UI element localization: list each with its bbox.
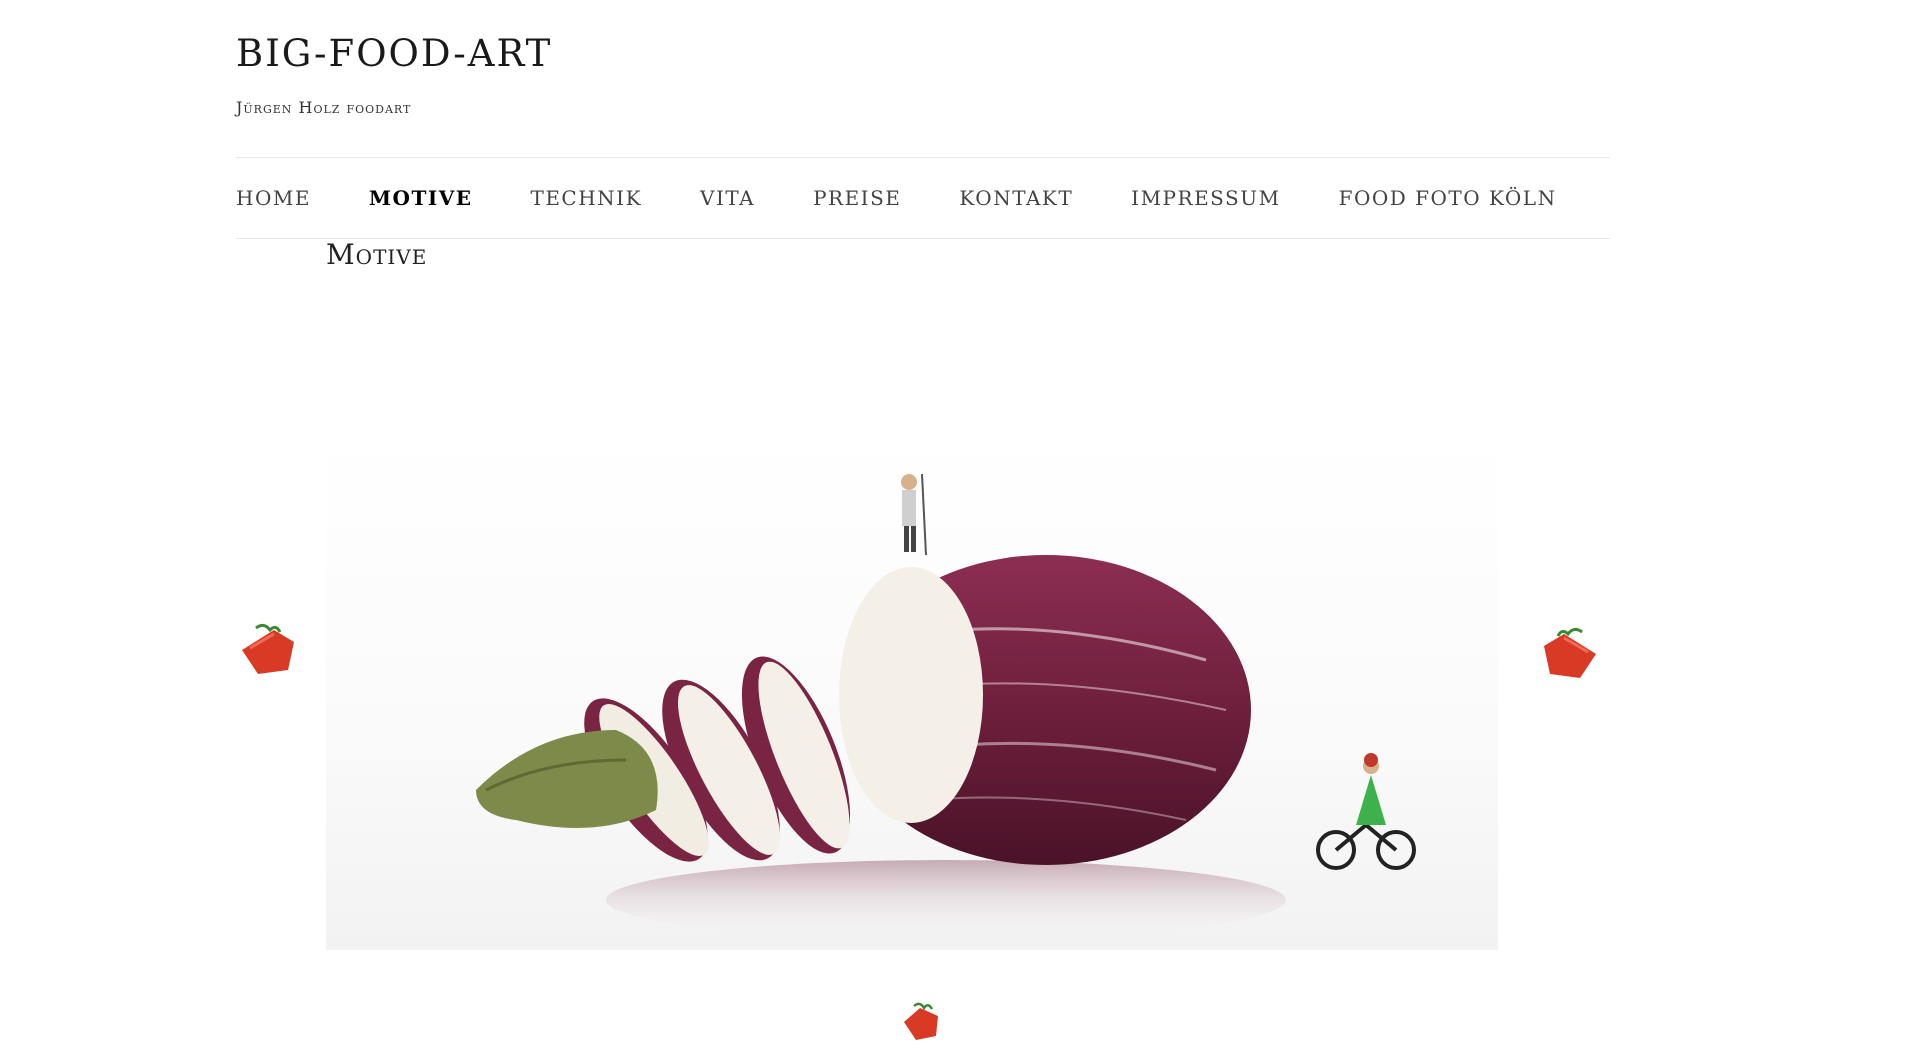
tomato-dot-icon [904,1002,938,1040]
main-nav: HOME MOTIVE TECHNIK VITA PREISE KONTAKT … [236,158,1615,238]
nav-item-kontakt[interactable]: KONTAKT [959,186,1073,210]
slider-next-button[interactable] [1538,624,1602,684]
nav-item-preise[interactable]: PREISE [813,186,901,210]
image-slider [326,430,1498,950]
page: BIG-FOOD-ART Jürgen Holz foodart HOME MO… [0,0,1920,1050]
slider-pager-dot[interactable] [900,1000,942,1044]
page-heading: Motive [326,238,428,271]
slider-prev-button[interactable] [236,620,300,680]
slide-image-eggplant [326,430,1498,950]
nav-item-motive[interactable]: MOTIVE [369,186,473,210]
tomato-arrow-right-icon [1544,627,1596,678]
site-tagline: Jürgen Holz foodart [236,98,412,117]
tomato-arrow-left-icon [242,623,294,674]
nav-item-food-foto-koeln[interactable]: FOOD FOTO KÖLN [1339,186,1557,210]
nav-item-vita[interactable]: VITA [700,186,755,210]
site-title[interactable]: BIG-FOOD-ART [236,32,552,75]
nav-divider-bottom [236,238,1610,239]
nav-item-impressum[interactable]: IMPRESSUM [1131,186,1280,210]
nav-item-technik[interactable]: TECHNIK [530,186,642,210]
nav-item-home[interactable]: HOME [236,186,311,210]
